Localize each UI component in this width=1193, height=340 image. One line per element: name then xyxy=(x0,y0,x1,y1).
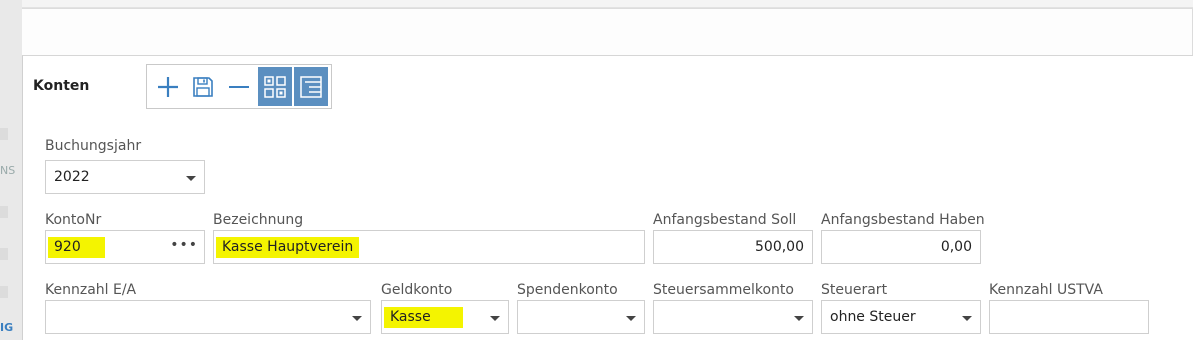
chevron-down-icon[interactable] xyxy=(186,176,196,181)
steuerart-label: Steuerart xyxy=(821,282,888,298)
geldkonto-value: Kasse xyxy=(384,307,463,328)
kennzahl-ustva-field[interactable] xyxy=(989,300,1149,334)
background-line xyxy=(0,248,8,260)
anfangsbestand-haben-label: Anfangsbestand Haben xyxy=(821,212,985,228)
kontonr-value: 920 xyxy=(48,237,105,258)
toolbar xyxy=(146,64,332,109)
kennzahl-ea-label: Kennzahl E/A xyxy=(45,282,137,298)
kontonr-field[interactable]: 920 ••• xyxy=(45,230,205,264)
konten-dialog: Konten Buchungsjahr 2022 KontoNr 920 •••… xyxy=(22,55,1193,340)
steuersammelkonto-select[interactable] xyxy=(653,300,813,334)
steuersammelkonto-label: Steuersammelkonto xyxy=(653,282,794,298)
chevron-down-icon[interactable] xyxy=(626,316,636,321)
remove-button[interactable] xyxy=(222,67,256,106)
steuerart-select[interactable]: ohne Steuer xyxy=(821,300,981,334)
add-button[interactable] xyxy=(151,67,185,106)
geldkonto-highlight: Kasse xyxy=(384,307,463,328)
bezeichnung-highlight: Kasse Hauptverein xyxy=(216,237,360,258)
list-view-button[interactable] xyxy=(294,67,328,106)
list-view-icon xyxy=(300,75,322,98)
chevron-down-icon[interactable] xyxy=(352,316,362,321)
background-left-strip: NS IG xyxy=(0,0,22,340)
anfangsbestand-soll-label: Anfangsbestand Soll xyxy=(653,212,797,228)
save-button[interactable] xyxy=(186,67,220,106)
anfangsbestand-haben-value: 0,00 xyxy=(940,239,972,255)
kontonr-label: KontoNr xyxy=(45,212,102,228)
background-fragment: IG xyxy=(0,321,14,334)
section-title: Konten xyxy=(33,78,90,94)
floppy-disk-icon xyxy=(193,76,213,97)
plus-icon xyxy=(158,76,178,97)
minus-icon xyxy=(229,85,249,88)
buchungsjahr-label: Buchungsjahr xyxy=(45,138,142,154)
bezeichnung-value: Kasse Hauptverein xyxy=(216,237,360,258)
spendenkonto-select[interactable] xyxy=(517,300,645,334)
kontonr-highlight: 920 xyxy=(48,237,105,258)
background-line xyxy=(0,206,8,218)
anfangsbestand-haben-field[interactable]: 0,00 xyxy=(821,230,981,264)
bezeichnung-label: Bezeichnung xyxy=(213,212,304,228)
spendenkonto-label: Spendenkonto xyxy=(517,282,618,298)
chevron-down-icon[interactable] xyxy=(490,316,500,321)
kennzahl-ustva-label: Kennzahl USTVA xyxy=(989,282,1103,298)
grid-view-icon xyxy=(264,75,286,98)
geldkonto-select[interactable]: Kasse xyxy=(381,300,509,334)
bezeichnung-field[interactable]: Kasse Hauptverein xyxy=(213,230,645,264)
chevron-down-icon[interactable] xyxy=(794,316,804,321)
background-fragment: NS xyxy=(0,164,16,177)
grid-view-button[interactable] xyxy=(258,67,292,106)
anfangsbestand-soll-value: 500,00 xyxy=(755,239,804,255)
buchungsjahr-value: 2022 xyxy=(54,169,90,185)
geldkonto-label: Geldkonto xyxy=(381,282,453,298)
anfangsbestand-soll-field[interactable]: 500,00 xyxy=(653,230,813,264)
more-icon[interactable]: ••• xyxy=(170,237,198,253)
background-topbar xyxy=(8,0,1193,8)
chevron-down-icon[interactable] xyxy=(962,316,972,321)
kennzahl-ea-select[interactable] xyxy=(45,300,371,334)
background-line xyxy=(0,128,8,140)
steuerart-value: ohne Steuer xyxy=(830,309,916,325)
buchungsjahr-select[interactable]: 2022 xyxy=(45,160,205,194)
background-line xyxy=(0,286,8,298)
